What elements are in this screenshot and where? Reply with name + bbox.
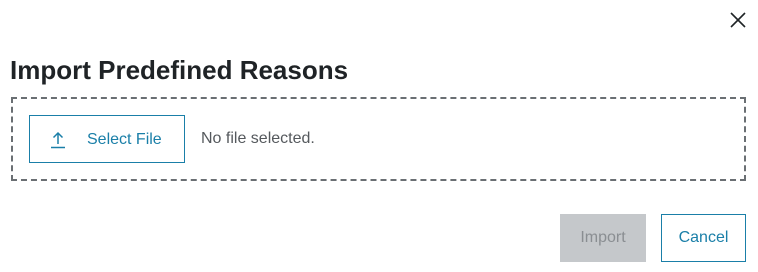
cancel-button[interactable]: Cancel <box>661 214 746 262</box>
close-button[interactable] <box>727 9 749 31</box>
upload-icon <box>50 131 66 149</box>
dialog-title: Import Predefined Reasons <box>10 55 349 85</box>
close-icon <box>727 9 749 31</box>
file-status-text: No file selected. <box>201 130 315 147</box>
file-drop-zone[interactable]: Select File No file selected. <box>11 97 746 181</box>
select-file-label: Select File <box>87 131 162 148</box>
import-button[interactable]: Import <box>560 214 646 262</box>
import-dialog: Import Predefined Reasons Select File No… <box>0 0 758 272</box>
select-file-button[interactable]: Select File <box>29 115 185 163</box>
